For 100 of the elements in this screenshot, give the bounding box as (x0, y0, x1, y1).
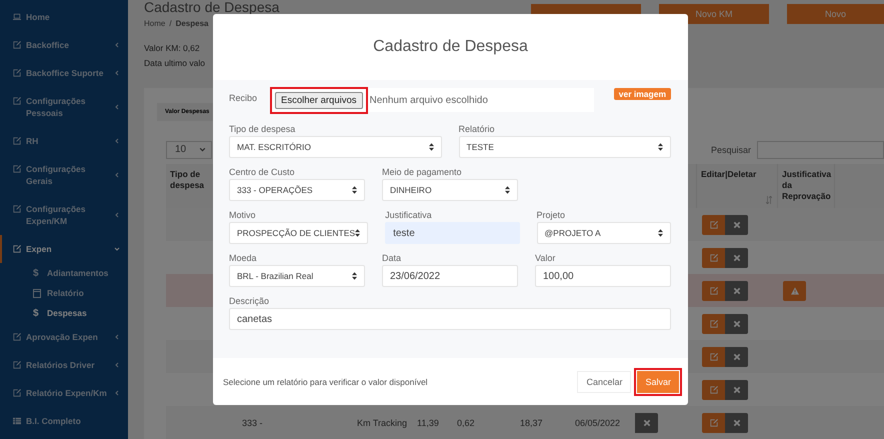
sidebar-item[interactable]: Backoffice (0, 31, 128, 59)
edit-icon (710, 320, 718, 328)
close-icon (732, 352, 740, 360)
breadcrumb-link[interactable]: Home (144, 19, 166, 28)
sidebar-subitem[interactable]: $ Despesas (0, 303, 128, 323)
edit-button[interactable] (702, 346, 725, 366)
edit-button[interactable] (702, 412, 725, 432)
search-label: Pesquisar (710, 144, 751, 154)
delete-button[interactable] (725, 314, 748, 334)
cancel-button[interactable]: Cancelar (577, 370, 632, 392)
input-field[interactable]: canetas (229, 308, 671, 330)
table-cell: 333 - (242, 418, 263, 428)
select-field[interactable]: TESTE (458, 136, 671, 158)
edit-icon (710, 418, 718, 426)
field-label: Motivo (229, 210, 257, 221)
sidebar-item[interactable]: Relatório Expen/Km (0, 379, 128, 407)
edit-button[interactable] (702, 380, 725, 400)
select-field[interactable]: BRL - Brazilian Real (229, 265, 365, 287)
breadcrumb-current: Despesa (176, 19, 208, 28)
sidebar-item[interactable]: Relatórios Driver (0, 351, 128, 379)
sidebar-item[interactable]: Aprovação Expen (0, 323, 128, 351)
delete-button[interactable] (725, 412, 748, 432)
edit-icon (710, 220, 718, 228)
info-text: Valor KM: 0,62 (144, 42, 200, 53)
select-field[interactable]: DINHEIRO (382, 179, 518, 201)
table-cell: Km Tracking (357, 418, 408, 428)
sidebar-subitem[interactable]: Relatório (0, 283, 128, 303)
chevron-down-icon (114, 246, 120, 252)
chevron-left-icon (114, 42, 120, 48)
chevron-left-icon (114, 212, 120, 218)
edit-icon (13, 205, 21, 213)
save-button[interactable]: Salvar (637, 370, 679, 392)
sidebar-item[interactable]: Home (0, 3, 128, 31)
view-image-badge[interactable]: ver imagem (614, 88, 671, 100)
sidebar-item[interactable]: Configurações Gerais (0, 155, 128, 195)
table-cell: 06/05/2022 (575, 418, 620, 428)
delete-button[interactable] (725, 248, 748, 268)
delete-button[interactable] (725, 280, 748, 300)
chevron-left-icon (114, 334, 120, 340)
edit-icon (13, 41, 21, 49)
close-icon (732, 320, 740, 328)
edit-button[interactable] (702, 314, 725, 334)
table-cell: 11,39 (417, 418, 439, 428)
delete-button[interactable] (725, 214, 748, 234)
select-arrows-icon (658, 229, 663, 237)
edit-icon (13, 389, 21, 397)
sidebar-item[interactable]: Backoffice Suporte (0, 59, 128, 87)
sidebar-item[interactable]: Configurações Pessoais (0, 87, 128, 127)
table-cell: 0,62 (457, 418, 475, 428)
search-field[interactable] (757, 140, 884, 158)
sidebar-item[interactable]: RH (0, 127, 128, 155)
sidebar-item[interactable]: Configurações Expen/KM (0, 195, 128, 235)
footer-note: Selecione um relatório para verificar o valor disponível (223, 376, 429, 386)
field-label: Projeto (536, 210, 566, 221)
input-field[interactable]: teste (385, 222, 520, 244)
page-size-select[interactable]: 10 (166, 140, 212, 158)
choose-file-button[interactable]: Escolher arquivos (275, 92, 363, 108)
header-button[interactable]: Novo (787, 4, 884, 24)
close-icon (732, 418, 740, 426)
delete-button[interactable] (635, 412, 658, 432)
close-icon (732, 386, 740, 394)
file-input[interactable]: Escolher arquivos Nenhum arquivo escolhido (270, 88, 594, 112)
edit-icon (13, 245, 21, 253)
chevron-down-icon (199, 147, 206, 152)
sidebar-item[interactable]: Expen (0, 235, 128, 263)
select-field[interactable]: MAT. ESCRITÓRIO (229, 136, 442, 158)
sort-icon[interactable] (766, 196, 772, 204)
edit-button[interactable] (702, 248, 725, 268)
select-arrows-icon (355, 229, 360, 237)
input-field[interactable]: 23/06/2022 (382, 265, 518, 287)
field-label: Relatório (458, 124, 496, 135)
edit-icon (710, 386, 718, 394)
field-label: Meio de pagamento (382, 167, 463, 178)
select-field[interactable]: PROSPECÇÃO DE CLIENTES (229, 222, 368, 244)
edit-button[interactable] (702, 280, 725, 300)
close-icon (732, 220, 740, 228)
table-cell: 18,37 (520, 418, 543, 428)
laptop-icon (13, 13, 21, 21)
field-label: Tipo de despesa (229, 124, 296, 135)
modal-title: Cadastro de Despesa (373, 38, 528, 56)
select-arrows-icon (352, 272, 357, 280)
sidebar-subitem[interactable]: $ Adiantamentos (0, 263, 128, 283)
field-label: Descrição (229, 296, 270, 307)
breadcrumb-separator: / (169, 19, 172, 28)
edit-icon (13, 137, 21, 145)
sidebar-item[interactable]: B.I. Completo (0, 407, 128, 435)
edit-icon (13, 165, 21, 173)
delete-button[interactable] (725, 380, 748, 400)
file-status: Nenhum arquivo escolhido (370, 94, 488, 106)
select-arrows-icon (505, 186, 510, 194)
select-field[interactable]: @PROJETO A (536, 222, 671, 244)
edit-icon (710, 352, 718, 360)
field-label: Recibo (229, 93, 258, 104)
warning-button[interactable] (783, 280, 806, 300)
input-field[interactable]: 100,00 (535, 265, 671, 287)
select-field[interactable]: 333 - OPERAÇÕES (229, 179, 365, 201)
delete-button[interactable] (725, 346, 748, 366)
column-header: Justificativa da Reprovação (782, 169, 832, 202)
edit-button[interactable] (702, 214, 725, 234)
chevron-left-icon (114, 70, 120, 76)
